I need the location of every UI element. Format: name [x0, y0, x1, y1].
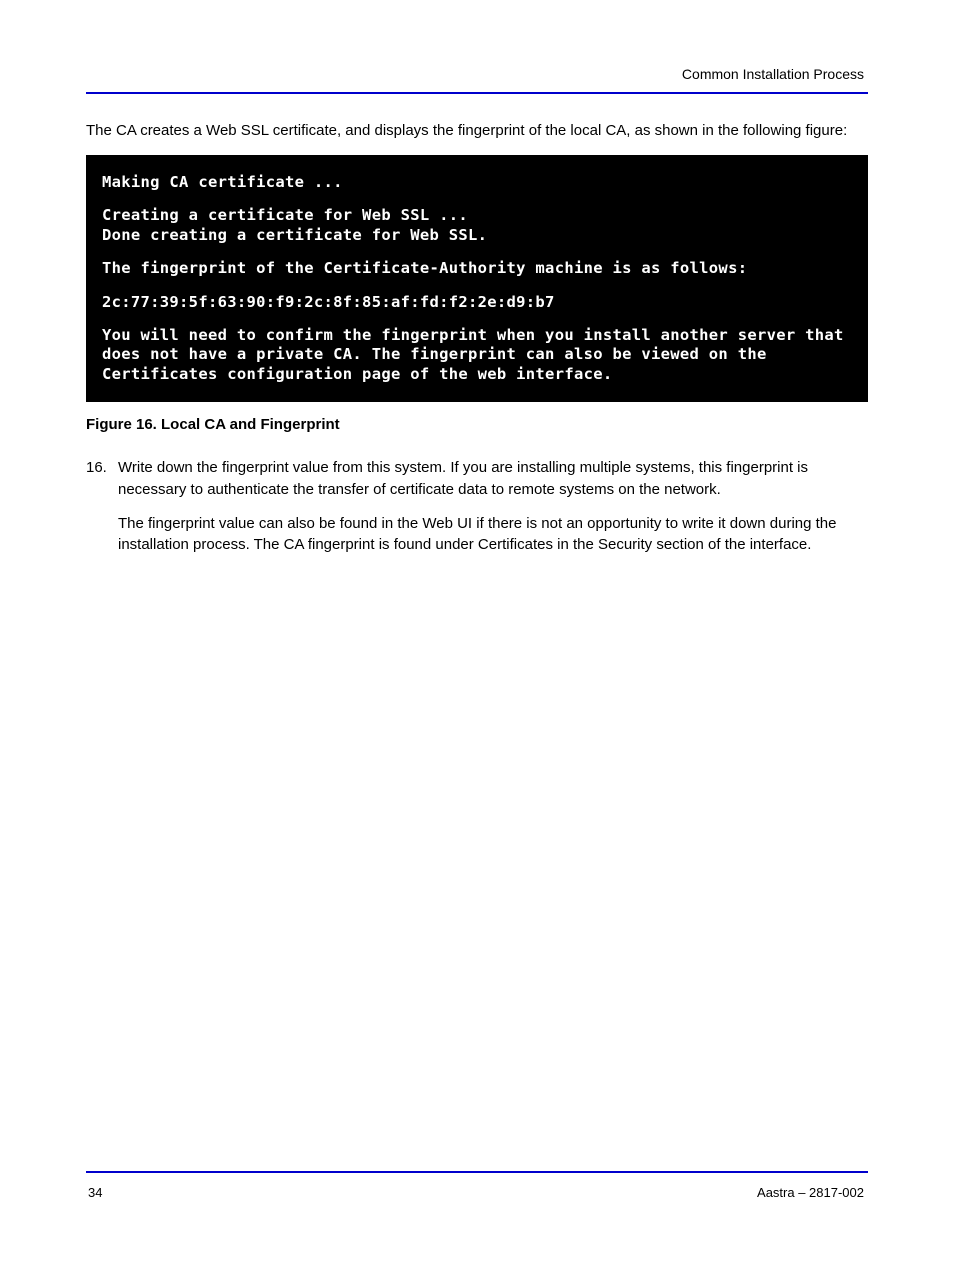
page-number: 34 [88, 1185, 102, 1200]
terminal-line-fp-note: You will need to confirm the fingerprint… [102, 326, 858, 384]
footer-rule [86, 1171, 868, 1173]
step-16: 16. Write down the fingerprint value fro… [86, 457, 868, 568]
footer-company: Aastra – 2817-002 [757, 1185, 864, 1200]
content-area: The CA creates a Web SSL certificate, an… [86, 120, 868, 568]
terminal-line-webssl: Creating a certificate for Web SSL ... D… [102, 206, 858, 245]
terminal-line-fp-label: The fingerprint of the Certificate-Autho… [102, 259, 858, 278]
running-header: Common Installation Process [682, 66, 864, 82]
header-rule [86, 92, 868, 94]
step-number: 16. [86, 457, 118, 568]
terminal-line-making-ca: Making CA certificate ... [102, 173, 858, 192]
figure-caption: Figure 16. Local CA and Fingerprint [86, 416, 868, 433]
terminal-line-fp-value: 2c:77:39:5f:63:90:f9:2c:8f:85:af:fd:f2:2… [102, 293, 858, 312]
terminal-figure: Making CA certificate ... Creating a cer… [86, 155, 868, 402]
intro-paragraph: The CA creates a Web SSL certificate, an… [86, 120, 868, 141]
step-paragraph-1: Write down the fingerprint value from th… [118, 457, 868, 501]
step-body: Write down the fingerprint value from th… [118, 457, 868, 568]
step-paragraph-2: The fingerprint value can also be found … [118, 513, 868, 557]
page-container: Common Installation Process The CA creat… [0, 0, 954, 1272]
